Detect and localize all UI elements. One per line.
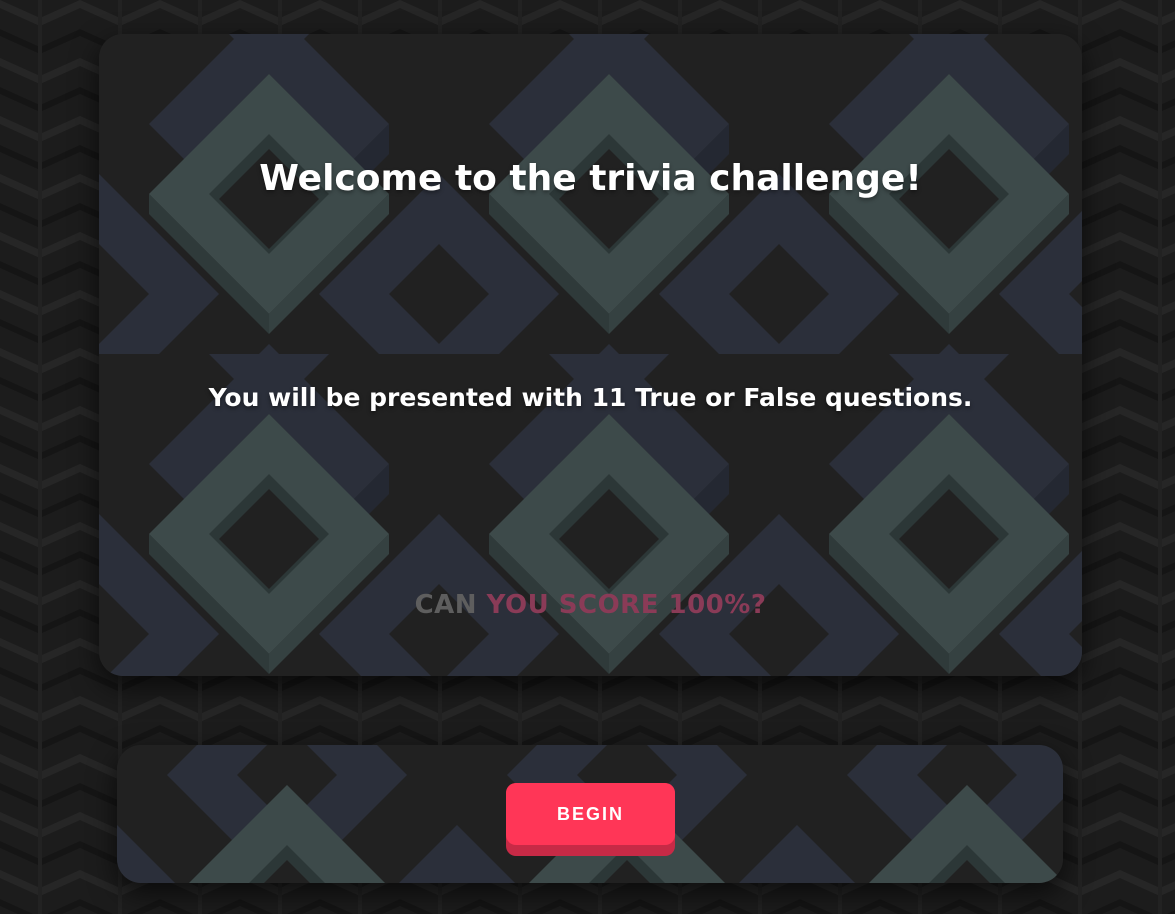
intro-card: Welcome to the trivia challenge! You wil…	[99, 34, 1082, 676]
begin-button[interactable]: BEGIN	[506, 783, 675, 856]
tagline-part-2: YOU SCORE 100%?	[486, 590, 767, 620]
tagline: CAN YOU SCORE 100%?	[99, 590, 1082, 620]
action-card: BEGIN	[117, 745, 1063, 883]
begin-button-label: BEGIN	[506, 783, 675, 845]
intro-subtitle: You will be presented with 11 True or Fa…	[208, 383, 973, 412]
tagline-part-1: CAN	[414, 590, 478, 620]
page-title: Welcome to the trivia challenge!	[259, 158, 922, 199]
